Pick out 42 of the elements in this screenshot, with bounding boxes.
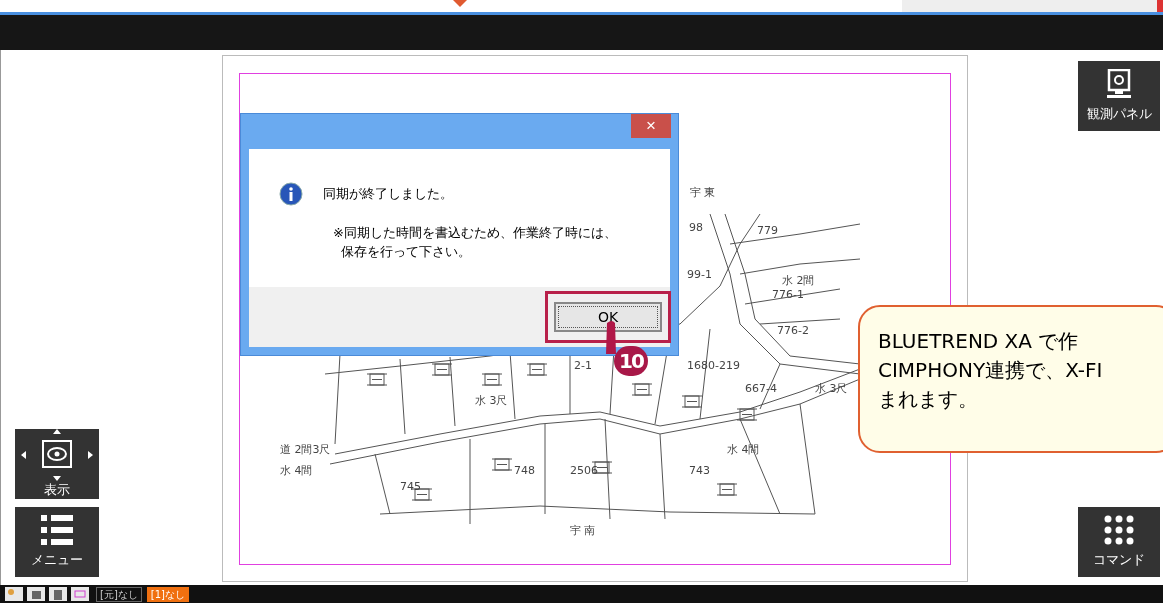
view-button[interactable]: 表示 — [15, 429, 99, 499]
map-label: 748 — [514, 464, 535, 477]
ok-button[interactable]: OK — [554, 302, 662, 332]
stack-icon[interactable] — [27, 587, 45, 601]
map-label: 776-2 — [777, 324, 809, 337]
dialog-note: 保存を行って下さい。 — [340, 243, 472, 261]
map-label: 1680-219 — [687, 359, 740, 372]
page-icon[interactable] — [49, 587, 67, 601]
status-label: [1]なし — [146, 586, 189, 602]
info-icon — [279, 182, 303, 206]
map-label: 776-1 — [772, 288, 804, 301]
pointer-icon — [453, 0, 467, 7]
map-label: 745 — [400, 480, 421, 493]
observation-panel-button[interactable]: 観測パネル — [1078, 61, 1160, 131]
command-button[interactable]: コマンド — [1078, 507, 1160, 577]
callout-text: CIMPHONY連携で、X-FI — [878, 357, 1104, 384]
dialog-message: 同期が終了しました。 — [323, 185, 454, 203]
eye-icon — [19, 429, 95, 481]
step-number: 10 — [614, 346, 648, 376]
map-label: 98 — [689, 221, 703, 234]
list-icon — [41, 515, 73, 545]
map-label: 743 — [689, 464, 710, 477]
dialog-note: ※同期した時間を書込むため、作業終了時には、 — [333, 224, 617, 242]
map-label: 水 3尺 — [475, 394, 508, 407]
map-label: 水 2間 — [782, 274, 815, 287]
menu-button[interactable]: メニュー — [15, 507, 99, 577]
map-label: 道 2間3尺 — [280, 443, 331, 456]
callout-text: BLUETREND XA で作 — [878, 328, 1080, 355]
map-label: 779 — [757, 224, 778, 237]
map-label: 2-1 — [574, 359, 592, 372]
map-label: 667-4 — [745, 382, 777, 395]
dots-grid-icon — [1104, 515, 1134, 545]
map-label: 水 4間 — [280, 464, 313, 477]
map-label: 99-1 — [687, 268, 712, 281]
callout-text: まれます。 — [878, 386, 979, 413]
camera-icon — [1107, 69, 1131, 99]
map-label: 2506 — [570, 464, 598, 477]
map-label: 宇 南 — [570, 524, 596, 537]
close-button[interactable]: × — [631, 114, 671, 138]
map-label: 水 4間 — [727, 443, 760, 456]
map-label: 宇 東 — [690, 186, 716, 199]
status-label: [元]なし — [96, 586, 142, 602]
